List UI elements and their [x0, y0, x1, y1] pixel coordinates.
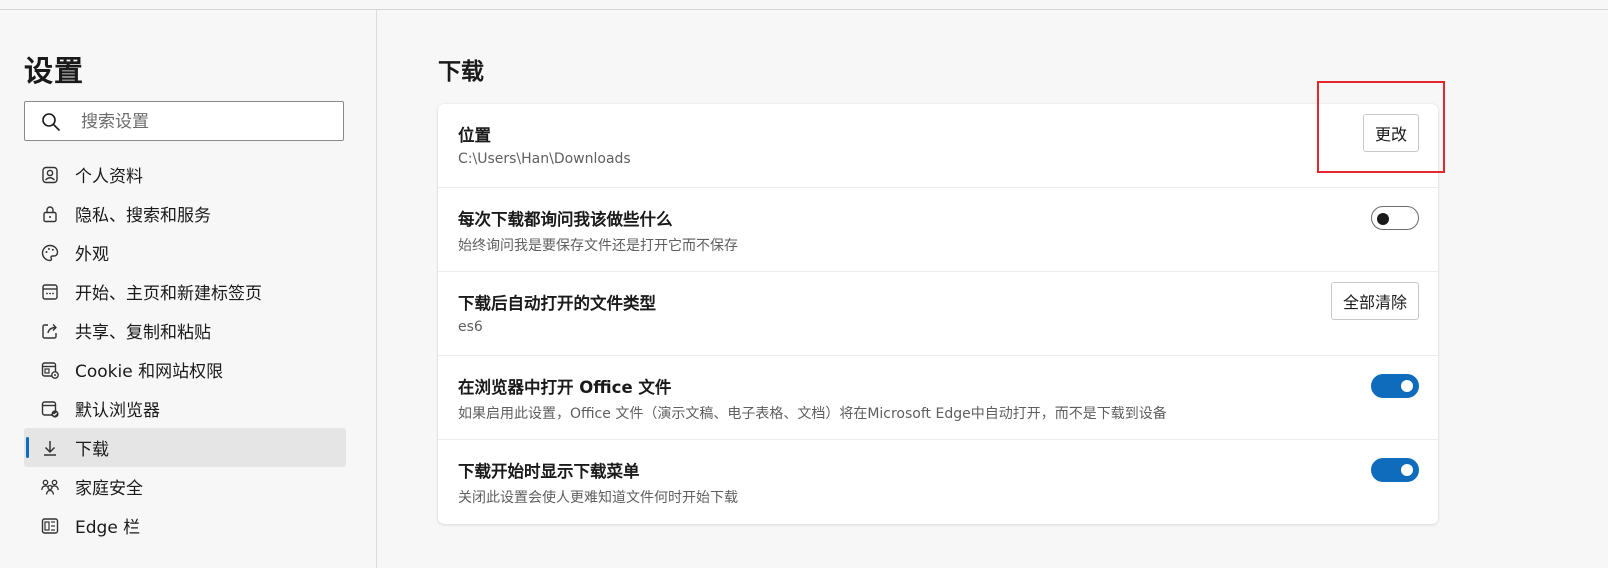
sidebar-item-label: 开始、主页和新建标签页 [75, 284, 262, 304]
profile-icon [39, 164, 61, 186]
sidebar-item-label: 下载 [75, 440, 109, 460]
sidebar-item-share[interactable]: 共享、复制和粘贴 [24, 311, 346, 350]
family-icon [39, 476, 61, 498]
office-toggle[interactable] [1371, 374, 1419, 398]
setting-title: 下载开始时显示下载菜单 [458, 462, 640, 481]
setting-row-auto-open: 下载后自动打开的文件类型 es6 全部清除 [438, 272, 1438, 356]
sidebar-item-label: 隐私、搜索和服务 [75, 206, 211, 226]
sidebar-item-label: 外观 [75, 245, 109, 265]
search-icon [42, 113, 60, 131]
page-title: 下载 [438, 59, 484, 85]
show-menu-toggle[interactable] [1371, 458, 1419, 482]
sidebar-item-family[interactable]: 家庭安全 [24, 467, 346, 506]
ask-toggle[interactable] [1371, 206, 1419, 230]
search-input[interactable] [79, 108, 333, 136]
lock-icon [39, 203, 61, 225]
settings-sidebar: 设置 个人资料 隐私、搜索和服务 外观 [0, 10, 377, 568]
setting-row-location: 位置 C:\Users\Han\Downloads 更改 [438, 104, 1438, 188]
download-icon [39, 437, 61, 459]
change-location-button[interactable]: 更改 [1362, 114, 1419, 152]
setting-row-show-menu: 下载开始时显示下载菜单 关闭此设置会使人更难知道文件何时开始下载 [438, 440, 1438, 524]
toggle-knob [1401, 464, 1413, 476]
file-types-value: es6 [458, 319, 483, 335]
toggle-knob [1401, 380, 1413, 392]
edge-bar-icon [39, 515, 61, 537]
sidebar-item-privacy[interactable]: 隐私、搜索和服务 [24, 194, 346, 233]
setting-title: 位置 [458, 126, 491, 145]
clear-all-button[interactable]: 全部清除 [1330, 282, 1419, 320]
setting-row-office: 在浏览器中打开 Office 文件 如果启用此设置，Office 文件（演示文稿… [438, 356, 1438, 440]
sidebar-item-appearance[interactable]: 外观 [24, 233, 346, 272]
setting-row-ask: 每次下载都询问我该做些什么 始终询问我是要保存文件还是打开它而不保存 [438, 188, 1438, 272]
sidebar-item-label: Cookie 和网站权限 [75, 362, 224, 382]
setting-description: 关闭此设置会使人更难知道文件何时开始下载 [458, 490, 738, 506]
sidebar-item-label: 家庭安全 [75, 479, 143, 499]
site-permissions-icon [39, 359, 61, 381]
sidebar-title: 设置 [24, 54, 85, 88]
sidebar-item-label: 共享、复制和粘贴 [75, 323, 211, 343]
sidebar-item-label: Edge 栏 [75, 518, 141, 538]
sidebar-item-default-browser[interactable]: 默认浏览器 [24, 389, 346, 428]
share-icon [39, 320, 61, 342]
sidebar-item-downloads[interactable]: 下载 [24, 428, 346, 467]
toggle-knob [1377, 213, 1389, 225]
setting-title: 在浏览器中打开 Office 文件 [458, 378, 672, 397]
downloads-settings-card: 位置 C:\Users\Han\Downloads 更改 每次下载都询问我该做些… [438, 104, 1438, 524]
settings-nav: 个人资料 隐私、搜索和服务 外观 开始、主页和新建标签页 共享、复制和粘贴 Co… [24, 155, 346, 545]
default-browser-icon [39, 398, 61, 420]
setting-title: 每次下载都询问我该做些什么 [458, 210, 673, 229]
sidebar-item-start-home[interactable]: 开始、主页和新建标签页 [24, 272, 346, 311]
setting-title: 下载后自动打开的文件类型 [458, 294, 656, 313]
sidebar-item-edge-bar[interactable]: Edge 栏 [24, 506, 346, 545]
download-path: C:\Users\Han\Downloads [458, 151, 631, 167]
setting-description: 如果启用此设置，Office 文件（演示文稿、电子表格、文档）将在Microso… [458, 406, 1167, 422]
sidebar-item-cookies[interactable]: Cookie 和网站权限 [24, 350, 346, 389]
sidebar-item-label: 默认浏览器 [75, 401, 160, 421]
palette-icon [39, 242, 61, 264]
sidebar-item-profile[interactable]: 个人资料 [24, 155, 346, 194]
setting-description: 始终询问我是要保存文件还是打开它而不保存 [458, 238, 738, 254]
home-page-icon [39, 281, 61, 303]
sidebar-item-label: 个人资料 [75, 167, 143, 187]
search-box[interactable] [24, 101, 344, 141]
top-border [0, 0, 1608, 10]
